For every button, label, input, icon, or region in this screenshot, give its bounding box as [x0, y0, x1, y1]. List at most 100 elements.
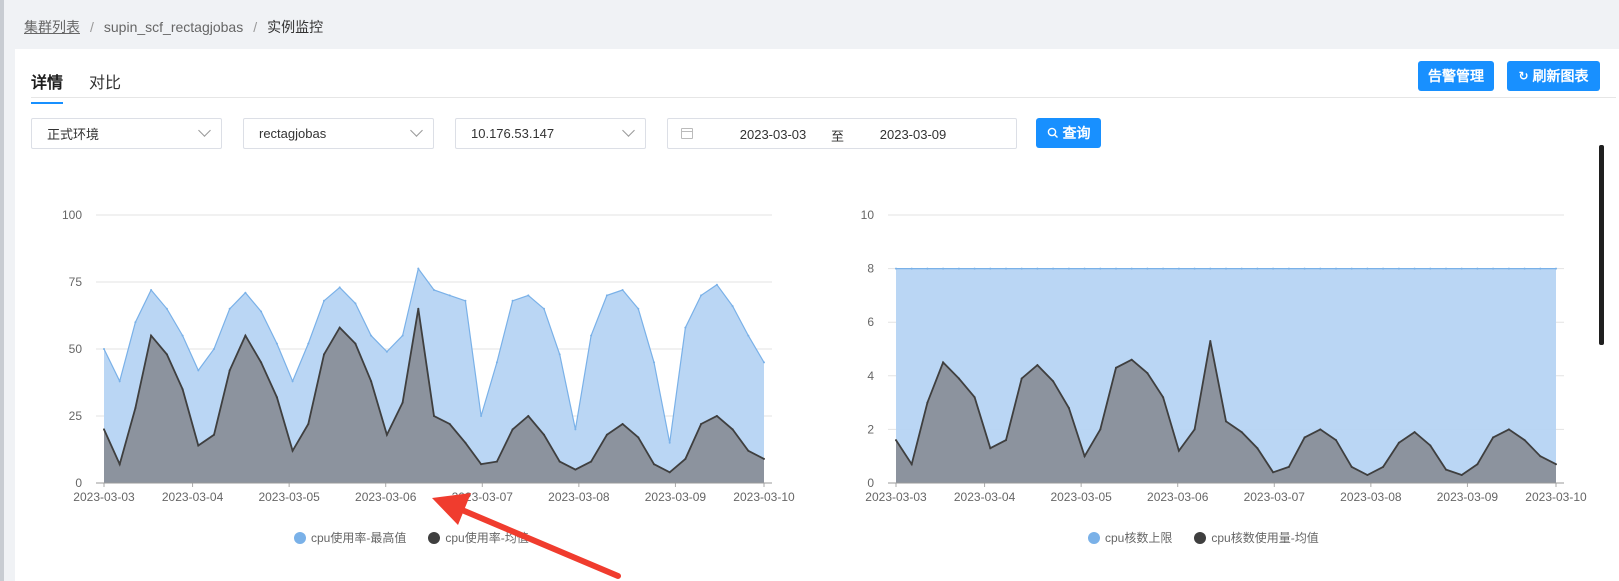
data-point: [1476, 267, 1479, 270]
data-point: [1193, 428, 1196, 431]
legend-label-core-usage: cpu核数使用量-均值: [1211, 531, 1319, 545]
data-point: [621, 289, 624, 291]
data-point: [973, 396, 976, 399]
data-point: [433, 289, 435, 291]
breadcrumb-cluster-link[interactable]: supin_scf_rectagjobas: [104, 19, 243, 35]
legend-label-limit: cpu核数上限: [1105, 531, 1173, 545]
data-point: [291, 449, 294, 452]
data-point: [244, 291, 247, 294]
data-point: [197, 444, 200, 447]
data-point: [103, 428, 105, 431]
data-point: [181, 334, 184, 337]
data-point: [1350, 267, 1353, 270]
data-point: [1555, 463, 1557, 466]
data-point: [134, 407, 137, 409]
x-tick-label: 2023-03-06: [355, 490, 417, 504]
data-point: [480, 463, 483, 466]
data-point: [1476, 463, 1479, 466]
data-point: [1350, 465, 1353, 468]
data-point: [1272, 267, 1275, 270]
legend-item-max[interactable]: cpu使用率-最高值: [294, 529, 406, 546]
cpu-usage-chart: 0 25 50 75 100 2023-03-03 2023-03-04 2023-03-05…: [62, 208, 795, 504]
data-point: [910, 463, 913, 466]
data-point: [401, 401, 404, 404]
data-point: [1256, 447, 1259, 450]
end-date-input[interactable]: 2023-03-09: [868, 127, 958, 142]
data-point: [1319, 428, 1322, 431]
data-point: [1020, 267, 1023, 270]
data-point: [731, 428, 734, 431]
data-point: [1382, 267, 1385, 270]
refresh-charts-button[interactable]: ↻ 刷新图表: [1507, 61, 1600, 91]
legend-item-limit[interactable]: cpu核数上限: [1088, 529, 1172, 546]
data-point: [385, 350, 388, 353]
data-point: [323, 353, 325, 356]
y-tick-label: 75: [69, 275, 83, 289]
tab-detail[interactable]: 详情: [31, 65, 64, 104]
data-point: [1287, 465, 1290, 468]
x-tick-label: 2023-03-04: [954, 490, 1016, 504]
environment-select-value: 正式环境: [47, 127, 100, 142]
cpu-cores-legend: cpu核数上限 cpu核数使用量-均值: [1088, 529, 1341, 546]
data-point: [448, 294, 451, 297]
vertical-scrollbar[interactable]: [1599, 145, 1604, 345]
date-range-picker[interactable]: 2023-03-03 至 2023-03-09: [667, 118, 1017, 149]
data-point: [1067, 407, 1070, 409]
data-point: [942, 267, 945, 270]
data-point: [653, 361, 655, 364]
alert-management-button[interactable]: 告警管理: [1418, 61, 1494, 91]
data-point: [1539, 267, 1542, 270]
data-point: [370, 380, 373, 383]
cluster-select[interactable]: rectagjobas: [243, 118, 434, 149]
data-point: [1130, 267, 1133, 270]
x-tick-label: 2023-03-08: [548, 490, 610, 504]
data-point: [895, 267, 897, 270]
data-point: [1225, 267, 1227, 270]
data-point: [1303, 436, 1306, 439]
x-tick-label: 2023-03-10: [1525, 490, 1587, 504]
tab-compare[interactable]: 对比: [89, 65, 121, 104]
y-tick-label: 100: [62, 208, 82, 222]
data-point: [700, 294, 703, 297]
legend-item-core-usage[interactable]: cpu核数使用量-均值: [1194, 529, 1319, 546]
data-point: [637, 436, 640, 439]
data-point: [668, 441, 671, 444]
data-point: [957, 267, 960, 270]
start-date-input[interactable]: 2023-03-03: [728, 127, 818, 142]
data-point: [1005, 267, 1007, 270]
data-point: [1209, 267, 1212, 270]
data-point: [1523, 267, 1526, 270]
data-point: [973, 267, 976, 270]
environment-select[interactable]: 正式环境: [31, 118, 222, 149]
data-point: [1115, 366, 1117, 369]
data-point: [989, 447, 992, 450]
data-point: [150, 334, 153, 337]
data-point: [1177, 449, 1180, 452]
data-point: [1020, 377, 1023, 380]
legend-item-avg[interactable]: cpu使用率-均值: [428, 529, 529, 546]
y-tick-label: 50: [69, 342, 83, 356]
data-point: [291, 380, 294, 383]
data-point: [1130, 358, 1133, 361]
chevron-down-icon: [410, 124, 423, 137]
data-point: [543, 433, 545, 436]
breadcrumb-cluster-list-link[interactable]: 集群列表: [24, 17, 80, 37]
data-point: [213, 348, 215, 350]
x-tick-label: 2023-03-08: [1340, 490, 1402, 504]
data-point: [464, 441, 467, 444]
data-point: [747, 334, 750, 337]
data-point: [957, 377, 960, 380]
query-button[interactable]: 查询: [1036, 118, 1101, 148]
y-tick-label: 8: [867, 262, 874, 276]
data-point: [338, 326, 341, 329]
y-tick-label: 25: [69, 409, 83, 423]
data-point: [621, 423, 624, 425]
data-point: [1177, 267, 1180, 270]
data-point: [700, 423, 703, 425]
data-point: [338, 286, 341, 289]
data-point: [354, 302, 357, 305]
ip-select[interactable]: 10.176.53.147: [455, 118, 646, 149]
data-point: [275, 396, 278, 399]
data-point: [1240, 431, 1243, 434]
x-tick-label: 2023-03-06: [1147, 490, 1209, 504]
